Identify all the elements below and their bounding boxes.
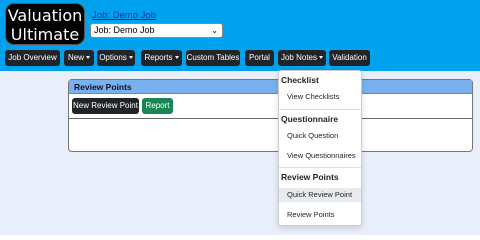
job-notes-dropdown-menu: Checklist View Checklists Questionnaire …: [278, 70, 362, 226]
new-dropdown-button[interactable]: New: [64, 50, 94, 66]
reports-dropdown-button[interactable]: Reports: [141, 50, 182, 66]
review-points-item[interactable]: Review Points: [279, 208, 361, 222]
job-overview-label: Job Overview: [8, 53, 57, 62]
custom-tables-label: Custom Tables: [186, 53, 240, 62]
quick-question-item[interactable]: Quick Question: [279, 129, 361, 143]
view-questionnaires-item[interactable]: View Questionnaires: [279, 149, 361, 163]
review-points-header: Review Points: [281, 172, 339, 182]
report-label: Report: [145, 101, 170, 110]
validation-button[interactable]: Validation: [329, 50, 370, 66]
nav-bar: Job Overview New Options Reports Custom …: [0, 47, 480, 71]
job-notes-dropdown-button[interactable]: Job Notes: [278, 50, 326, 66]
job-select[interactable]: Job: Demo Job ⌄: [90, 23, 223, 38]
caret-down-icon: [319, 56, 324, 59]
job-overview-button[interactable]: Job Overview: [5, 50, 60, 66]
logo-line-2: Ultimate: [10, 25, 80, 44]
options-dropdown-button[interactable]: Options: [97, 50, 135, 66]
app-header: Valuation Ultimate Job: Demo Job Job: De…: [0, 0, 480, 47]
questionnaire-header: Questionnaire: [281, 114, 339, 124]
view-checklists-item[interactable]: View Checklists: [279, 90, 361, 104]
review-points-panel: Review Points New Review Point Report: [68, 79, 473, 152]
new-review-point-button[interactable]: New Review Point: [72, 98, 139, 114]
portal-label: Portal: [249, 53, 270, 62]
checklist-header: Checklist: [281, 75, 319, 85]
report-button[interactable]: Report: [142, 98, 173, 114]
new-review-point-label: New Review Point: [73, 101, 138, 110]
job-link[interactable]: Job: Demo Job: [92, 10, 156, 21]
new-label: New: [67, 53, 84, 62]
options-label: Options: [99, 53, 127, 62]
quick-review-point-item[interactable]: Quick Review Point: [279, 188, 361, 202]
validation-label: Validation: [332, 53, 367, 62]
dropdown-divider: [279, 109, 361, 110]
portal-button[interactable]: Portal: [245, 50, 274, 66]
logo-line-1: Valuation: [7, 6, 83, 25]
reports-label: Reports: [144, 53, 173, 62]
dropdown-divider: [279, 167, 361, 168]
caret-down-icon: [128, 56, 133, 59]
job-select-value: Job: Demo Job: [94, 25, 155, 35]
custom-tables-button[interactable]: Custom Tables: [186, 50, 240, 66]
panel-title: Review Points: [69, 80, 472, 94]
panel-toolbar: New Review Point Report: [69, 94, 472, 119]
logo[interactable]: Valuation Ultimate: [5, 3, 85, 45]
job-notes-label: Job Notes: [280, 53, 318, 62]
caret-down-icon: [174, 56, 179, 59]
caret-down-icon: [86, 56, 90, 59]
chevron-down-icon: ⌄: [211, 26, 218, 35]
